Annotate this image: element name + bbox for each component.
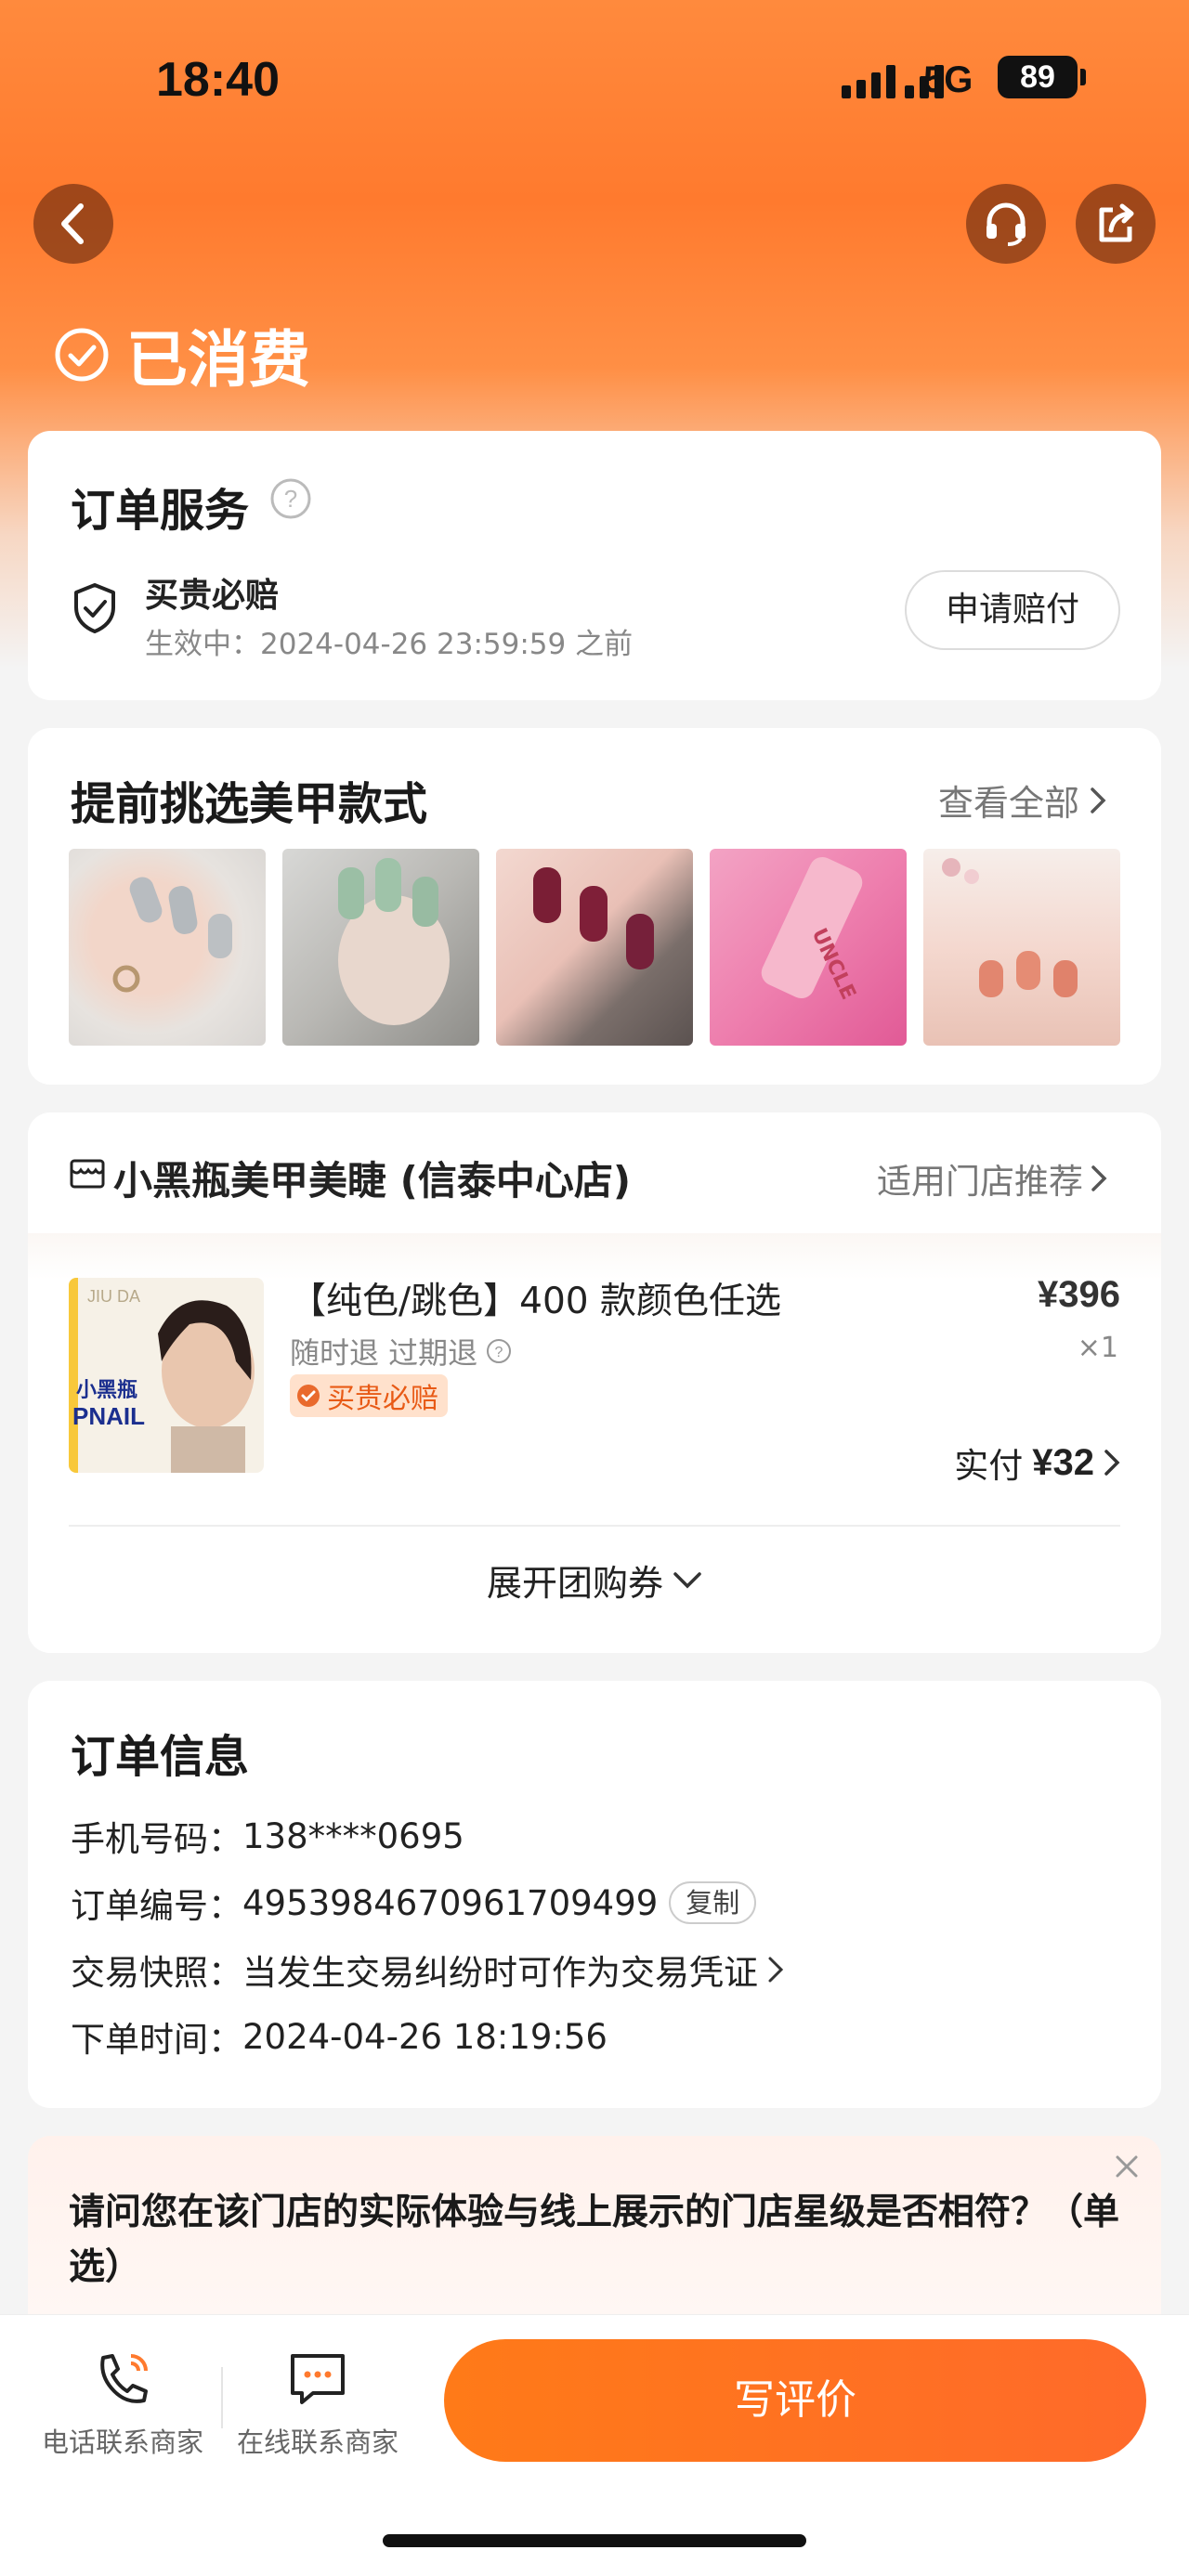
- phone-icon: [100, 2354, 148, 2403]
- order-state-label: 已消费: [126, 324, 310, 396]
- back-arrow-icon: [61, 203, 84, 244]
- nail-styles-title: 提前挑选美甲款式: [71, 778, 428, 830]
- chevron-right-icon: [1104, 1450, 1120, 1476]
- nail-style-image[interactable]: [496, 849, 693, 1046]
- shield-icon: [71, 581, 119, 639]
- network-type: 5G: [923, 59, 973, 100]
- survey-question: 请问您在该门店的实际体验与线上展示的门店星级是否相符？（单选）: [69, 2192, 1120, 2288]
- battery-level: 89: [998, 56, 1078, 98]
- snapshot-value: 当发生交易纠纷时可作为交易凭证: [242, 1953, 758, 1993]
- write-review-button[interactable]: 写评价: [444, 2339, 1146, 2462]
- shop-name: 小黑瓶美甲美睫 (信泰中心店): [113, 1158, 632, 1203]
- divider: [221, 2367, 223, 2428]
- refund-terms: 随时退 过期退 ?: [290, 1330, 513, 1373]
- svg-text:?: ?: [284, 485, 297, 513]
- store-icon: [69, 1157, 106, 1194]
- chevron-down-icon: [673, 1571, 701, 1588]
- store-recommend-label: 适用门店推荐: [877, 1162, 1083, 1202]
- nail-styles-card: 提前挑选美甲款式 查看全部 UNCLE: [28, 728, 1161, 1085]
- see-all-link[interactable]: 查看全部: [938, 774, 1107, 826]
- chevron-right-icon: [768, 1957, 784, 1983]
- order-service-card: 订单服务 买贵必赔 生效中：2024-04-26 23:59:59 之前 申请赔…: [28, 431, 1161, 700]
- store-recommend-link[interactable]: 适用门店推荐: [877, 1153, 1107, 1203]
- paid-amount: ¥32: [1032, 1441, 1094, 1483]
- chevron-right-icon: [1091, 1165, 1107, 1191]
- shop-order-card: 小黑瓶美甲美睫 (信泰中心店) 适用门店推荐 JIU DA 小黑瓶 PNAIL …: [28, 1112, 1161, 1653]
- close-icon: [1116, 2155, 1138, 2178]
- order-number-label: 订单编号：: [71, 1886, 242, 1926]
- order-time-label: 下单时间：: [71, 2020, 242, 2060]
- check-badge-icon: [297, 1385, 320, 1407]
- guarantee-label: 买贵必赔: [327, 1383, 438, 1415]
- nail-style-image[interactable]: [69, 849, 266, 1046]
- product-quantity: ×1: [1077, 1332, 1118, 1364]
- bottom-action-bar: 电话联系商家 在线联系商家 写评价: [0, 2314, 1189, 2576]
- chat-merchant-button[interactable]: 在线联系商家: [225, 2347, 411, 2460]
- chat-icon: [291, 2354, 345, 2404]
- order-info-card: 订单信息 手机号码： 138****0695 订单编号： 49539846709…: [28, 1681, 1161, 2108]
- share-button[interactable]: [1076, 184, 1156, 264]
- snapshot-row[interactable]: 交易快照： 当发生交易纠纷时可作为交易凭证: [71, 1945, 784, 1995]
- chevron-right-icon: [1091, 787, 1106, 813]
- order-state: 已消费: [54, 310, 310, 399]
- order-service-title: 订单服务: [71, 485, 250, 537]
- chat-merchant-label: 在线联系商家: [236, 2426, 399, 2458]
- help-icon[interactable]: ?: [485, 1337, 513, 1365]
- help-icon[interactable]: ?: [269, 477, 312, 524]
- product-title[interactable]: 【纯色/跳色】400 款颜色任选: [290, 1272, 781, 1324]
- check-circle-icon: [55, 328, 109, 382]
- home-indicator: [383, 2534, 806, 2547]
- svg-text:?: ?: [495, 1345, 503, 1360]
- call-merchant-label: 电话联系商家: [41, 2426, 203, 2458]
- order-time-row: 下单时间： 2024-04-26 18:19:56: [71, 2011, 608, 2062]
- nail-style-image[interactable]: [923, 849, 1120, 1046]
- divider: [69, 1525, 1120, 1527]
- close-survey-button[interactable]: [1113, 2153, 1141, 2184]
- product-price: ¥396: [1038, 1274, 1120, 1315]
- battery-icon: [1080, 69, 1086, 85]
- refund-terms-label: 随时退 过期退: [290, 1335, 478, 1371]
- order-time-value: 2024-04-26 18:19:56: [242, 2016, 608, 2057]
- product-image[interactable]: JIU DA 小黑瓶 PNAIL: [69, 1278, 264, 1473]
- expand-coupons-button[interactable]: 展开团购券: [28, 1555, 1161, 1606]
- service-valid-until: 生效中：2024-04-26 23:59:59 之前: [145, 628, 634, 661]
- paid-label: 实付: [954, 1446, 1024, 1486]
- headset-icon: [986, 202, 1026, 246]
- survey-card: 请问您在该门店的实际体验与线上展示的门店星级是否相符？（单选）: [28, 2136, 1161, 2340]
- product-section: JIU DA 小黑瓶 PNAIL 【纯色/跳色】400 款颜色任选 随时退 过期…: [28, 1233, 1161, 1653]
- share-icon: [1099, 203, 1134, 242]
- nail-style-thumbnails: UNCLE: [69, 849, 1120, 1046]
- nail-style-image[interactable]: UNCLE: [710, 849, 907, 1046]
- order-number-row: 订单编号： 4953984670961709499 复制: [71, 1878, 757, 1928]
- service-name: 买贵必赔: [145, 577, 280, 615]
- product-image-text-top: JIU DA: [87, 1287, 140, 1306]
- apply-compensation-button[interactable]: 申请赔付: [905, 570, 1120, 650]
- phone-row: 手机号码： 138****0695: [71, 1811, 464, 1861]
- customer-service-button[interactable]: [966, 184, 1046, 264]
- see-all-label: 查看全部: [938, 783, 1080, 824]
- snapshot-label: 交易快照：: [71, 1953, 242, 1993]
- status-bar: 18:40 5G 89: [0, 46, 1189, 121]
- order-info-title: 订单信息: [71, 1731, 250, 1783]
- call-merchant-button[interactable]: 电话联系商家: [30, 2347, 216, 2460]
- order-number-value: 4953984670961709499: [242, 1882, 659, 1923]
- phone-value: 138****0695: [242, 1815, 464, 1856]
- phone-label: 手机号码：: [71, 1819, 242, 1859]
- product-image-brand2: PNAIL: [72, 1402, 145, 1430]
- expand-coupons-label: 展开团购券: [486, 1563, 663, 1604]
- status-time: 18:40: [156, 53, 280, 107]
- nail-style-image[interactable]: [282, 849, 479, 1046]
- back-button[interactable]: [33, 184, 113, 264]
- copy-order-number-button[interactable]: 复制: [669, 1881, 757, 1924]
- paid-amount-link[interactable]: 实付 ¥32: [954, 1438, 1120, 1488]
- shop-header[interactable]: 小黑瓶美甲美睫 (信泰中心店) 适用门店推荐: [28, 1112, 1161, 1233]
- guarantee-badge: 买贵必赔: [290, 1374, 448, 1417]
- product-image-brand: 小黑瓶: [76, 1379, 137, 1402]
